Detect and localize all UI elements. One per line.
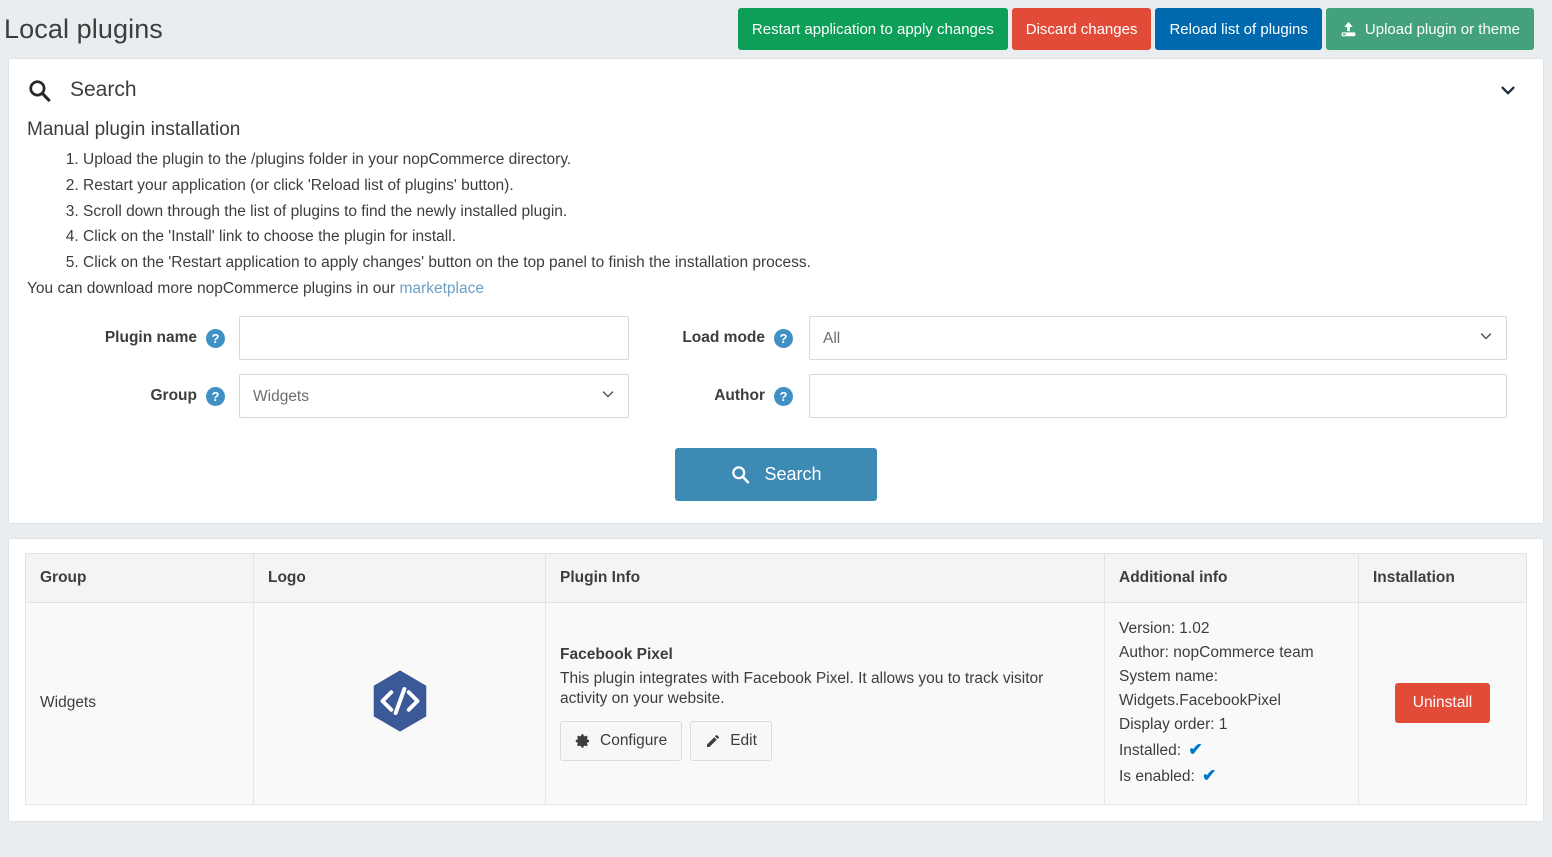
code-hexagon-icon (365, 666, 435, 736)
cell-installation: Uninstall (1358, 602, 1527, 805)
cell-logo (253, 602, 546, 805)
search-panel-body: Manual plugin installation Upload the pl… (9, 119, 1543, 523)
manual-installation-title: Manual plugin installation (27, 119, 241, 140)
edit-label: Edit (730, 732, 757, 750)
search-button[interactable]: Search (675, 448, 877, 502)
column-header-group: Group (25, 553, 254, 604)
info-version: Version: 1.02 (1119, 620, 1210, 638)
plugins-table-card: Group Logo Plugin Info Additional info I… (8, 538, 1544, 822)
column-header-installation: Installation (1358, 553, 1527, 604)
help-icon[interactable]: ? (774, 386, 793, 406)
search-form: Plugin name ? Load mode ? All Group ? Wi… (27, 316, 1525, 419)
author-label-text: Author (714, 387, 765, 405)
plugin-name-field-wrap (239, 316, 629, 361)
table-header-row: Group Logo Plugin Info Additional info I… (25, 553, 1527, 604)
group-select[interactable]: Widgets (239, 374, 629, 419)
group-label-text: Group (150, 387, 198, 405)
page-title: Local plugins (4, 13, 163, 44)
reload-plugins-label: Reload list of plugins (1169, 20, 1308, 38)
search-panel-card: Search Manual plugin installation Upload… (8, 58, 1544, 525)
info-is-enabled: Is enabled: ✔ (1119, 763, 1344, 789)
search-panel-title: Search (70, 78, 137, 101)
help-icon[interactable]: ? (206, 328, 225, 348)
check-icon: ✔ (1202, 766, 1217, 786)
info-author: Author: nopCommerce team (1119, 644, 1314, 662)
group-label: Group ? (27, 386, 239, 406)
plugin-actions: Configure Edit (560, 721, 1090, 762)
configure-button[interactable]: Configure (560, 721, 683, 762)
instruction-step: Restart your application (or click 'Relo… (83, 177, 1525, 195)
discard-changes-label: Discard changes (1025, 20, 1138, 38)
plugins-table-head: Group Logo Plugin Info Additional info I… (25, 553, 1527, 604)
info-system-name-label: System name: (1119, 668, 1219, 686)
author-input[interactable] (809, 374, 1507, 419)
load-mode-field-wrap: All (809, 316, 1525, 361)
marketplace-link[interactable]: marketplace (400, 280, 484, 297)
table-row: Widgets Facebook Pixel This plugin integ… (25, 602, 1527, 805)
reload-plugins-button[interactable]: Reload list of plugins (1155, 8, 1322, 50)
chevron-down-icon[interactable] (1491, 75, 1525, 105)
page-header: Local plugins Restart application to app… (0, 0, 1552, 58)
uninstall-button[interactable]: Uninstall (1394, 683, 1491, 724)
cell-group: Widgets (25, 602, 254, 805)
info-installed: Installed: ✔ (1119, 737, 1344, 763)
column-header-logo: Logo (253, 553, 546, 604)
plugin-name-label-text: Plugin name (104, 329, 197, 347)
plugin-name: Facebook Pixel (560, 645, 673, 663)
help-icon[interactable]: ? (206, 386, 225, 406)
restart-application-button[interactable]: Restart application to apply changes (737, 8, 1008, 50)
search-button-row: Search (27, 448, 1525, 502)
cell-additional-info: Version: 1.02 Author: nopCommerce team S… (1104, 602, 1359, 805)
search-button-label: Search (764, 464, 822, 485)
info-system-name-value: Widgets.FacebookPixel (1119, 692, 1281, 710)
cell-plugin-info: Facebook Pixel This plugin integrates wi… (545, 602, 1105, 805)
instruction-step: Click on the 'Install' link to choose th… (83, 228, 1525, 246)
discard-changes-button[interactable]: Discard changes (1011, 8, 1152, 50)
edit-button[interactable]: Edit (690, 721, 772, 762)
is-enabled-label: Is enabled: (1119, 768, 1195, 786)
instruction-step: Upload the plugin to the /plugins folder… (83, 151, 1525, 169)
instruction-step: Click on the 'Restart application to app… (83, 254, 1525, 272)
instruction-step: Scroll down through the list of plugins … (83, 203, 1525, 221)
configure-label: Configure (600, 732, 668, 750)
marketplace-line: You can download more nopCommerce plugin… (27, 280, 1525, 298)
column-header-plugin-info: Plugin Info (545, 553, 1105, 604)
installed-label: Installed: (1119, 742, 1182, 760)
plugin-name-input[interactable] (239, 316, 629, 361)
upload-plugin-button[interactable]: Upload plugin or theme (1325, 8, 1534, 50)
info-display-order: Display order: 1 (1119, 716, 1228, 734)
plugins-table-body: Widgets Facebook Pixel This plugin integ… (25, 602, 1527, 805)
help-icon[interactable]: ? (774, 328, 793, 348)
load-mode-select[interactable]: All (809, 316, 1507, 361)
load-mode-label-text: Load mode (682, 329, 765, 347)
check-icon: ✔ (1188, 740, 1203, 760)
plugin-description: This plugin integrates with Facebook Pix… (560, 669, 1044, 708)
gear-icon (575, 733, 591, 749)
manual-installation-steps: Upload the plugin to the /plugins folder… (27, 151, 1525, 272)
search-panel-header[interactable]: Search (9, 59, 1543, 115)
header-actions: Restart application to apply changes Dis… (737, 8, 1534, 50)
restart-application-label: Restart application to apply changes (751, 20, 994, 38)
plugins-table: Group Logo Plugin Info Additional info I… (25, 553, 1527, 805)
group-field-wrap: Widgets (239, 374, 629, 419)
upload-plugin-label: Upload plugin or theme (1364, 20, 1520, 38)
column-header-additional-info: Additional info (1104, 553, 1359, 604)
upload-icon (1340, 21, 1357, 38)
load-mode-label: Load mode ? (629, 328, 809, 348)
marketplace-text: You can download more nopCommerce plugin… (27, 280, 400, 298)
pencil-icon (705, 733, 721, 749)
search-icon (27, 78, 52, 103)
author-field-wrap (809, 374, 1525, 419)
plugin-name-label: Plugin name ? (27, 328, 239, 348)
author-label: Author ? (629, 386, 809, 406)
search-icon (730, 464, 751, 485)
